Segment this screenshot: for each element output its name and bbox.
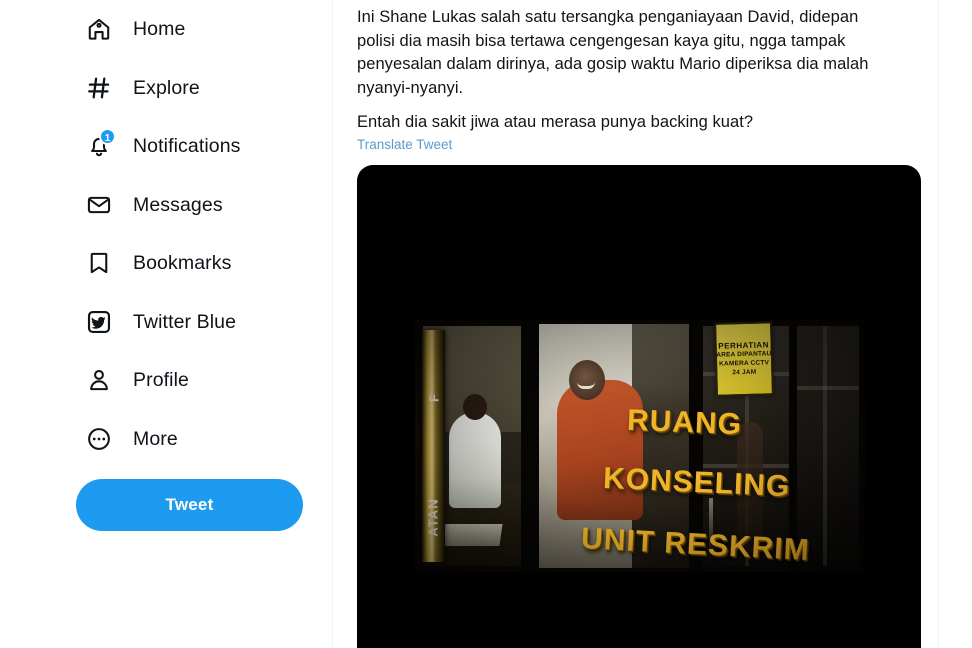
scene-far-right-window: [797, 326, 859, 566]
twitter-app-window: Home Explore 1 Notifications Messages Bo…: [0, 0, 972, 648]
tweet-video-player[interactable]: F ATAN PERHATIAN AREA DIPANTAU KAMERA CC…: [357, 165, 921, 648]
scene-cctv-warning-sign: PERHATIAN AREA DIPANTAU KAMERA CCTV 24 J…: [714, 321, 774, 397]
sidebar-nav-list: Home Explore 1 Notifications Messages Bo…: [76, 0, 326, 468]
sidebar-item-notifications[interactable]: 1 Notifications: [76, 117, 326, 176]
scene-window-stile: [823, 326, 827, 566]
scene-gold-text-ruang: RUANG: [626, 403, 743, 442]
primary-sidebar-navigation: Home Explore 1 Notifications Messages Bo…: [0, 0, 333, 648]
person-icon: [84, 365, 114, 395]
bookmark-icon: [84, 248, 114, 278]
cctv-sign-line-2: AREA DIPANTAU: [716, 349, 772, 359]
scene-vertical-text-top: F: [426, 393, 442, 402]
compose-tweet-button[interactable]: Tweet: [76, 479, 303, 531]
cctv-sign-line-4: 24 JAM: [732, 368, 757, 376]
more-circle-icon: [84, 424, 114, 454]
sidebar-item-bookmarks[interactable]: Bookmarks: [76, 234, 326, 293]
sidebar-item-more[interactable]: More: [76, 410, 326, 469]
scene-mullion-4: [859, 320, 865, 572]
right-gutter: [939, 0, 972, 648]
scene-vertical-text-bottom: ATAN: [425, 498, 441, 537]
scene-person-orange-shirt: [557, 380, 643, 520]
sidebar-item-messages[interactable]: Messages: [76, 176, 326, 235]
tweet-body-paragraph-2: Entah dia sakit jiwa atau merasa punya b…: [357, 113, 754, 131]
sidebar-item-profile[interactable]: Profile: [76, 351, 326, 410]
scene-gold-vertical-sign: F ATAN: [421, 330, 445, 562]
sidebar-item-label: Explore: [133, 76, 200, 99]
tweet-detail-column: Ini Shane Lukas salah satu tersangka pen…: [333, 0, 939, 648]
sidebar-item-home[interactable]: Home: [76, 0, 326, 59]
video-frame: F ATAN PERHATIAN AREA DIPANTAU KAMERA CC…: [415, 320, 865, 572]
scene-window-crossbar: [797, 386, 859, 390]
scene-mullion-1: [521, 320, 539, 572]
bell-icon: 1: [84, 128, 116, 161]
tweet-body-paragraph-1: Ini Shane Lukas salah satu tersangka pen…: [357, 8, 874, 97]
cctv-sign-line-3: KAMERA CCTV: [719, 358, 770, 368]
notifications-badge: 1: [99, 128, 116, 146]
sidebar-item-twitter-blue[interactable]: Twitter Blue: [76, 293, 326, 352]
scene-person-face: [569, 360, 605, 400]
translate-tweet-link[interactable]: Translate Tweet: [357, 136, 452, 153]
sidebar-item-explore[interactable]: Explore: [76, 59, 326, 118]
envelope-icon: [84, 190, 114, 220]
scene-person-white-shirt: [449, 412, 501, 508]
cctv-sign-header: PERHATIAN: [718, 339, 770, 351]
scene-person-head: [463, 394, 487, 420]
sidebar-item-label: Profile: [133, 369, 189, 392]
sidebar-item-label: Home: [133, 18, 186, 41]
sidebar-item-label: More: [133, 427, 178, 450]
sidebar-item-label: Bookmarks: [133, 252, 232, 275]
sidebar-item-label: Twitter Blue: [133, 310, 237, 333]
twitter-blue-icon: [84, 307, 114, 337]
hashtag-icon: [84, 73, 114, 103]
sidebar-item-label: Notifications: [133, 135, 241, 158]
video-scene: F ATAN PERHATIAN AREA DIPANTAU KAMERA CC…: [415, 320, 865, 572]
sidebar-item-label: Messages: [133, 193, 223, 216]
home-icon: [84, 14, 114, 44]
